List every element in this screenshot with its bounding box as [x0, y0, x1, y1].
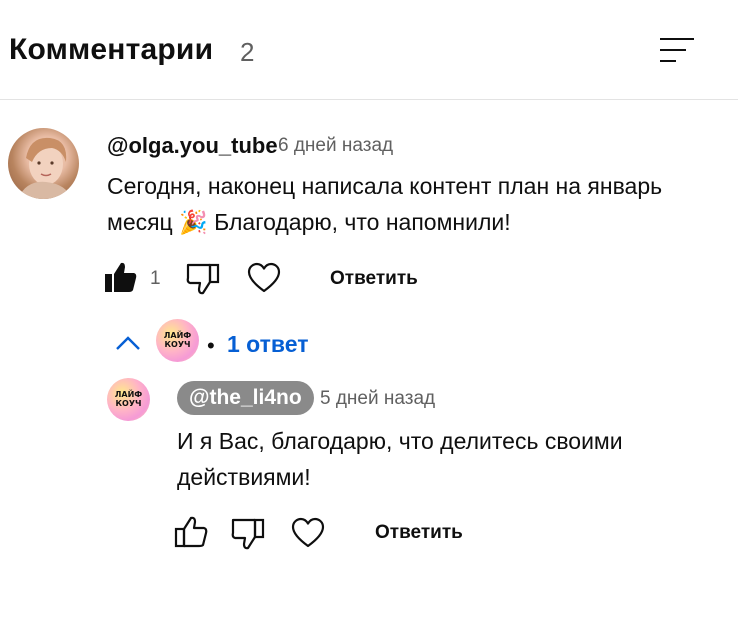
- comment-text-rest: Благодарю, что напомнили!: [214, 209, 511, 235]
- comments-header: Комментарии 2: [0, 0, 738, 100]
- reply-author-chip[interactable]: @the_li4no: [177, 381, 314, 415]
- reply-avatar[interactable]: ЛАЙФ КОУЧ: [107, 378, 150, 421]
- comment-text-word: месяц: [107, 209, 173, 235]
- party-emoji-icon: 🎉: [179, 209, 208, 235]
- chevron-up-icon[interactable]: [115, 334, 141, 357]
- dislike-icon[interactable]: [231, 517, 265, 556]
- avatar[interactable]: [8, 128, 79, 199]
- like-count: 1: [150, 268, 161, 289]
- sort-icon[interactable]: [660, 36, 696, 64]
- comment-time[interactable]: 6 дней назад: [278, 135, 393, 157]
- comment-text-line1: Сегодня, наконец написала контент план н…: [107, 173, 663, 199]
- separator-dot: •: [207, 333, 215, 358]
- heart-icon[interactable]: [247, 262, 281, 299]
- dislike-icon[interactable]: [186, 262, 220, 301]
- reply-time[interactable]: 5 дней назад: [320, 388, 435, 410]
- comments-count: 2: [240, 37, 255, 67]
- comments-title: Комментарии: [9, 33, 214, 66]
- reply-text-line2: действиями!: [177, 464, 311, 490]
- comment-text-line2: месяц 🎉 Благодарю, что напомнили!: [107, 204, 511, 240]
- reply-text-line1: И я Вас, благодарю, что делитесь своими: [177, 428, 623, 454]
- replies-count-link[interactable]: 1 ответ: [227, 331, 309, 358]
- replier-avatar-small: ЛАЙФ КОУЧ: [156, 319, 199, 362]
- like-filled-icon[interactable]: [104, 260, 138, 299]
- like-icon[interactable]: [174, 515, 208, 554]
- heart-icon[interactable]: [291, 517, 325, 554]
- reply-button[interactable]: Ответить: [375, 522, 463, 544]
- reply-button[interactable]: Ответить: [330, 268, 418, 290]
- comment-author[interactable]: @olga.you_tube: [107, 133, 278, 159]
